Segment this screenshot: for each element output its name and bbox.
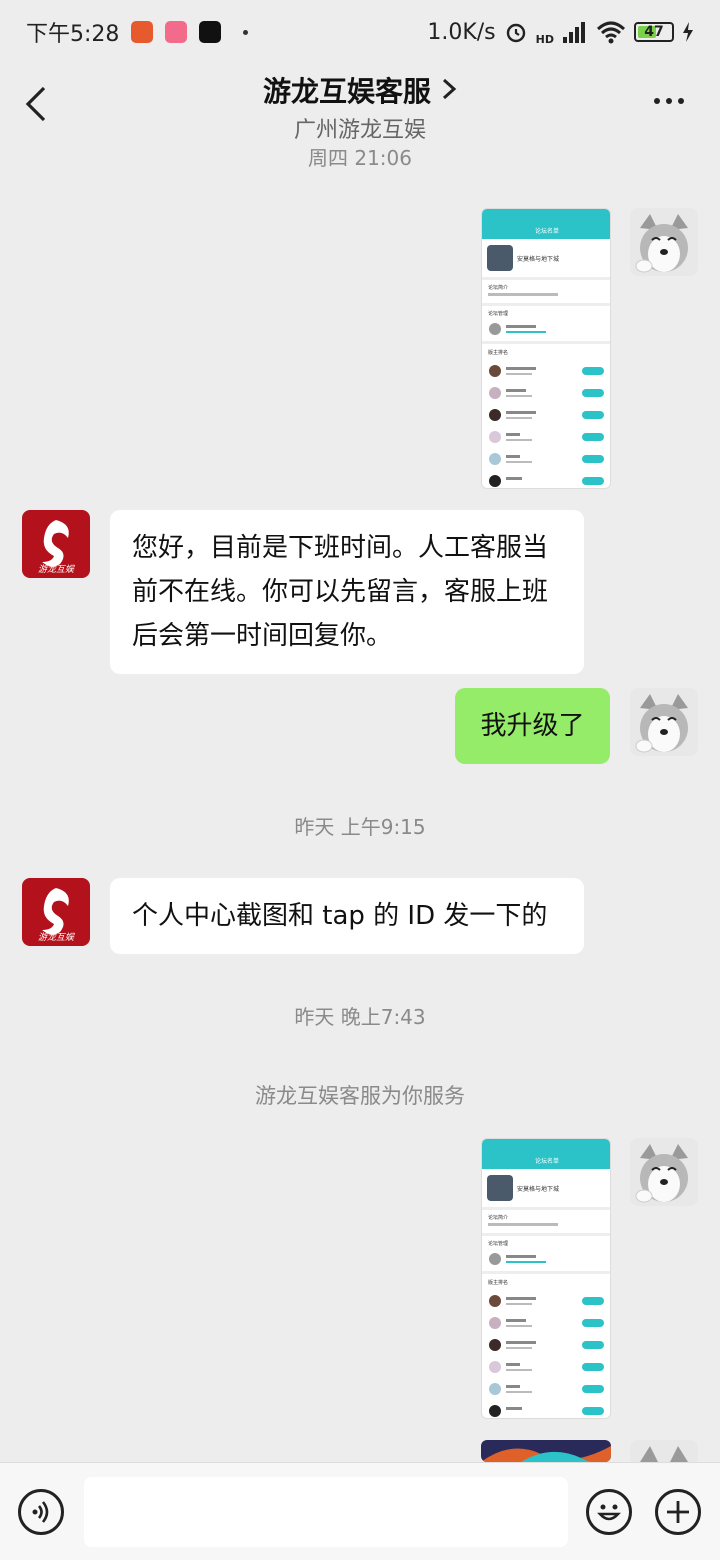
signal-icon	[563, 22, 585, 43]
thumb-mod: 论坛管理	[488, 310, 508, 317]
thumb-header: 论坛名单	[535, 227, 559, 235]
battery-icon: 47	[634, 22, 674, 42]
emoji-button[interactable]	[586, 1489, 632, 1535]
timestamp: 昨天 晚上7:43	[294, 1005, 426, 1029]
voice-button[interactable]	[18, 1489, 64, 1535]
user-avatar[interactable]	[630, 1440, 698, 1462]
more-dots-icon[interactable]	[654, 98, 690, 108]
status-bar: 下午5:28 1.0K/s HD 47	[0, 0, 720, 64]
screenshot-thumbnail: 论坛名单 安莫格与地下城 论坛简介 论坛管理 版主排名	[482, 209, 610, 487]
chat-title-text: 游龙互娱客服	[262, 75, 431, 108]
wifi-icon	[596, 21, 626, 44]
timestamp: 周四 21:06	[308, 146, 412, 170]
app-notification-icon	[131, 21, 154, 43]
plus-icon	[667, 1501, 689, 1523]
husky-avatar-icon	[630, 208, 698, 276]
status-time: 下午5:28	[26, 22, 120, 47]
agent-avatar[interactable]: 游龙互娱	[22, 510, 90, 578]
tiktok-icon	[199, 21, 222, 43]
plus-button[interactable]	[655, 1489, 701, 1535]
thumb-group-name: 安莫格与地下城	[517, 1185, 559, 1193]
thumb-header: 论坛名单	[535, 1157, 559, 1165]
user-avatar[interactable]	[630, 688, 698, 756]
thumb-members: 版主排名	[488, 349, 508, 356]
agent-avatar[interactable]: 游龙互娱	[22, 878, 90, 946]
emoji-icon	[597, 1504, 621, 1521]
bilibili-icon	[165, 21, 188, 43]
screenshot-thumbnail: 论坛名单 安莫格与地下城 论坛简介 论坛管理 版主排名	[482, 1139, 610, 1417]
voice-icon	[32, 1501, 49, 1523]
battery-level: 47	[644, 24, 664, 40]
thumb-mod: 论坛管理	[488, 1240, 508, 1247]
input-bar	[0, 1462, 720, 1560]
chat-title[interactable]: 游龙互娱客服	[0, 70, 720, 110]
message-auto-reply[interactable]: 您好，目前是下班时间。人工客服当前不在线。你可以先留言，客服上班后会第一时间回复…	[110, 510, 584, 674]
image-message[interactable]: 论坛名单 安莫格与地下城 论坛简介 论坛管理 版主排名	[481, 208, 611, 489]
hd-label: HD	[535, 32, 554, 46]
charging-icon	[683, 22, 693, 42]
husky-avatar-icon	[630, 1440, 698, 1462]
husky-avatar-icon	[630, 1138, 698, 1206]
image-message-partial[interactable]	[481, 1440, 611, 1462]
message-agent-request[interactable]: 个人中心截图和 tap 的 ID 发一下的	[110, 878, 584, 954]
thumb-intro: 论坛简介	[488, 1214, 508, 1221]
more-notifications-icon	[243, 29, 249, 35]
agent-logo-icon: 游龙互娱	[22, 878, 90, 946]
thumb-intro: 论坛简介	[488, 284, 508, 291]
chat-header: 游龙互娱客服 广州游龙互娱	[0, 64, 720, 148]
system-notice: 游龙互娱客服为你服务	[255, 1084, 465, 1108]
agent-logo-icon: 游龙互娱	[22, 510, 90, 578]
colorful-image-thumbnail	[481, 1440, 611, 1462]
message-user-upgrade[interactable]: 我升级了	[455, 688, 610, 764]
network-speed: 1.0K/s	[427, 19, 496, 45]
timestamp: 昨天 上午9:15	[294, 815, 426, 839]
image-message[interactable]: 论坛名单 安莫格与地下城 论坛简介 论坛管理 版主排名	[481, 1138, 611, 1419]
chevron-right-icon	[442, 78, 457, 100]
thumb-group-name: 安莫格与地下城	[517, 255, 559, 263]
user-avatar[interactable]	[630, 208, 698, 276]
chat-subtitle: 广州游龙互娱	[293, 118, 426, 143]
thumb-members: 版主排名	[488, 1279, 508, 1286]
alarm-icon	[506, 23, 525, 43]
message-input[interactable]	[84, 1477, 568, 1547]
user-avatar[interactable]	[630, 1138, 698, 1206]
husky-avatar-icon	[630, 688, 698, 756]
agent-logo-text: 游龙互娱	[38, 932, 75, 943]
agent-logo-text: 游龙互娱	[38, 564, 75, 575]
